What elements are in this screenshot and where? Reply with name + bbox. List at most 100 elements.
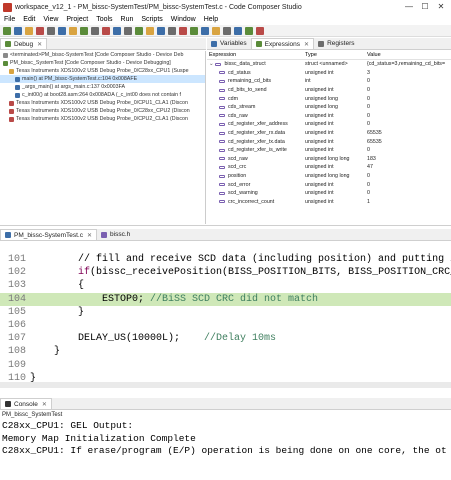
code-line[interactable]: 108 } bbox=[0, 345, 451, 358]
expression-row[interactable]: cd_register_xfer_rx.data unsigned int 6553… bbox=[207, 129, 451, 138]
close-icon[interactable]: ✕ bbox=[42, 401, 47, 408]
close-icon[interactable]: ✕ bbox=[37, 41, 42, 48]
expression-row[interactable]: cds_raw unsigned int 0 bbox=[207, 112, 451, 121]
header-value[interactable]: Value bbox=[367, 52, 451, 58]
header-expression[interactable]: Expression bbox=[207, 52, 305, 58]
expression-value[interactable]: 3 bbox=[367, 70, 451, 76]
close-icon[interactable]: ✕ bbox=[304, 41, 309, 48]
toolbar-button-icon[interactable] bbox=[47, 26, 55, 35]
toolbar-button-icon[interactable] bbox=[146, 26, 154, 35]
toolbar-button-icon[interactable] bbox=[190, 26, 198, 35]
menu-file[interactable]: File bbox=[4, 16, 15, 23]
expression-value[interactable]: 0 bbox=[367, 121, 451, 127]
debug-tree-row[interactable]: Texas Instruments XDS100v2 USB Debug Pro… bbox=[0, 99, 205, 107]
menu-tools[interactable]: Tools bbox=[96, 16, 112, 23]
expression-row[interactable]: cds_stream unsigned long 0 bbox=[207, 103, 451, 112]
toolbar-button-icon[interactable] bbox=[3, 26, 11, 35]
maximize-button[interactable]: ☐ bbox=[417, 0, 433, 14]
code-line[interactable]: 107 DELAY_US(10000L); //Delay 10ms bbox=[0, 332, 451, 345]
toolbar-button-icon[interactable] bbox=[179, 26, 187, 35]
expression-value[interactable]: 47 bbox=[367, 164, 451, 170]
code-line[interactable]: 105 } bbox=[0, 306, 451, 319]
expression-value[interactable]: 0 bbox=[367, 78, 451, 84]
minimize-button[interactable]: — bbox=[401, 0, 417, 14]
horizontal-scrollbar[interactable] bbox=[0, 382, 451, 388]
toolbar-button-icon[interactable] bbox=[157, 26, 165, 35]
expression-value[interactable]: 0 bbox=[367, 87, 451, 93]
toolbar-button-icon[interactable] bbox=[245, 26, 253, 35]
panel-divider[interactable] bbox=[0, 225, 451, 226]
expand-arrow-icon[interactable]: ⌄ bbox=[209, 61, 213, 67]
toolbar-button-icon[interactable] bbox=[91, 26, 99, 35]
toolbar-button-icon[interactable] bbox=[80, 26, 88, 35]
expression-row[interactable]: cd_register_xfer_is_write unsigned int 0 bbox=[207, 146, 451, 155]
expression-value[interactable]: 65535 bbox=[367, 130, 451, 136]
expression-row[interactable]: scd_crc unsigned int 47 bbox=[207, 163, 451, 172]
expression-row[interactable]: scd_error unsigned int 0 bbox=[207, 180, 451, 189]
expression-value[interactable]: 0 bbox=[367, 147, 451, 153]
menu-run[interactable]: Run bbox=[121, 16, 134, 23]
toolbar-button-icon[interactable] bbox=[58, 26, 66, 35]
menu-view[interactable]: View bbox=[43, 16, 58, 23]
code-line[interactable]: 104 ESTOP0; //BiSS SCD CRC did not match bbox=[0, 292, 451, 306]
expression-row[interactable]: cd_register_xfer_address unsigned int 0 bbox=[207, 120, 451, 129]
expression-value[interactable]: 183 bbox=[367, 156, 451, 162]
close-icon[interactable]: ✕ bbox=[87, 232, 92, 239]
toolbar-button-icon[interactable] bbox=[201, 26, 209, 35]
expression-row[interactable]: cd_register_xfer_tx.data unsigned int 6553… bbox=[207, 137, 451, 146]
toolbar-button-icon[interactable] bbox=[14, 26, 22, 35]
debug-tree-row[interactable]: main() at PM_bissc-SystemTest.c:104 0x00… bbox=[0, 75, 205, 83]
toolbar-button-icon[interactable] bbox=[102, 26, 110, 35]
expression-value[interactable]: 0 bbox=[367, 173, 451, 179]
toolbar-button-icon[interactable] bbox=[168, 26, 176, 35]
tab-variables[interactable]: Variables bbox=[207, 38, 251, 49]
tab-expressions[interactable]: Expressions ✕ bbox=[250, 38, 315, 49]
menu-edit[interactable]: Edit bbox=[23, 16, 35, 23]
debug-tree-row[interactable]: Texas Instruments XDS100v2 USB Debug Pro… bbox=[0, 107, 205, 115]
expression-row[interactable]: crc_incorrect_count unsigned int 1 bbox=[207, 198, 451, 207]
header-type[interactable]: Type bbox=[305, 52, 367, 58]
code-editor[interactable]: 101 // fill and receive SCD data (includ… bbox=[0, 242, 451, 388]
code-line[interactable]: 101 // fill and receive SCD data (includ… bbox=[0, 253, 451, 266]
toolbar-button-icon[interactable] bbox=[256, 26, 264, 35]
expression-row[interactable]: cdm unsigned long 0 bbox=[207, 94, 451, 103]
menu-help[interactable]: Help bbox=[204, 16, 218, 23]
debug-tree-row[interactable]: c_int00() at boot28.asm:264 0x008ADA (_c… bbox=[0, 91, 205, 99]
toolbar-button-icon[interactable] bbox=[113, 26, 121, 35]
toolbar-button-icon[interactable] bbox=[124, 26, 132, 35]
expression-row[interactable]: remaining_cd_bits int 0 bbox=[207, 77, 451, 86]
expression-row[interactable]: position unsigned long long 0 bbox=[207, 172, 451, 181]
debug-tree-row[interactable]: _args_main() at args_main.c:137 0x0003FA bbox=[0, 83, 205, 91]
menu-window[interactable]: Window bbox=[171, 16, 196, 23]
expression-row[interactable]: cd_status unsigned int 3 bbox=[207, 69, 451, 78]
expression-row[interactable]: cd_bits_to_send unsigned int 0 bbox=[207, 86, 451, 95]
menu-project[interactable]: Project bbox=[66, 16, 88, 23]
toolbar-button-icon[interactable] bbox=[234, 26, 242, 35]
expression-value[interactable]: 0 bbox=[367, 104, 451, 110]
expression-row[interactable]: scd_raw unsigned long long 183 bbox=[207, 155, 451, 164]
expression-value[interactable]: 0 bbox=[367, 190, 451, 196]
toolbar-button-icon[interactable] bbox=[36, 26, 44, 35]
toolbar-button-icon[interactable] bbox=[25, 26, 33, 35]
toolbar-button-icon[interactable] bbox=[223, 26, 231, 35]
tab-console[interactable]: Console ✕ bbox=[0, 398, 52, 409]
expression-value[interactable]: 0 bbox=[367, 96, 451, 102]
expression-value[interactable]: 65535 bbox=[367, 139, 451, 145]
expression-value[interactable]: {cd_status=3,remaining_cd_bits= bbox=[367, 61, 451, 67]
toolbar-button-icon[interactable] bbox=[135, 26, 143, 35]
code-line[interactable]: 109 bbox=[0, 359, 451, 372]
toolbar-button-icon[interactable] bbox=[69, 26, 77, 35]
expression-root-row[interactable]: ⌄ bissc_data_struct struct <unnamed> {cd_… bbox=[207, 60, 451, 69]
debug-tree-row[interactable]: Texas Instruments XDS100v2 USB Debug Pro… bbox=[0, 67, 205, 75]
code-line[interactable]: 102 if(bissc_receivePosition(BISS_POSITI… bbox=[0, 266, 451, 279]
debug-tree-row[interactable]: <terminated>PM_bissc-SystemTest [Code Co… bbox=[0, 51, 205, 59]
tab-editor-bissc-h[interactable]: bissc.h bbox=[97, 229, 134, 240]
menu-scripts[interactable]: Scripts bbox=[141, 16, 162, 23]
close-button[interactable]: ✕ bbox=[433, 0, 449, 14]
expression-value[interactable]: 0 bbox=[367, 182, 451, 188]
tab-registers[interactable]: Registers bbox=[314, 38, 358, 49]
expression-value[interactable]: 1 bbox=[367, 199, 451, 205]
expression-row[interactable]: scd_warning unsigned int 0 bbox=[207, 189, 451, 198]
tab-debug[interactable]: Debug ✕ bbox=[0, 38, 48, 49]
debug-tree-row[interactable]: PM_bissc_SystemTest [Code Composer Studi… bbox=[0, 59, 205, 67]
